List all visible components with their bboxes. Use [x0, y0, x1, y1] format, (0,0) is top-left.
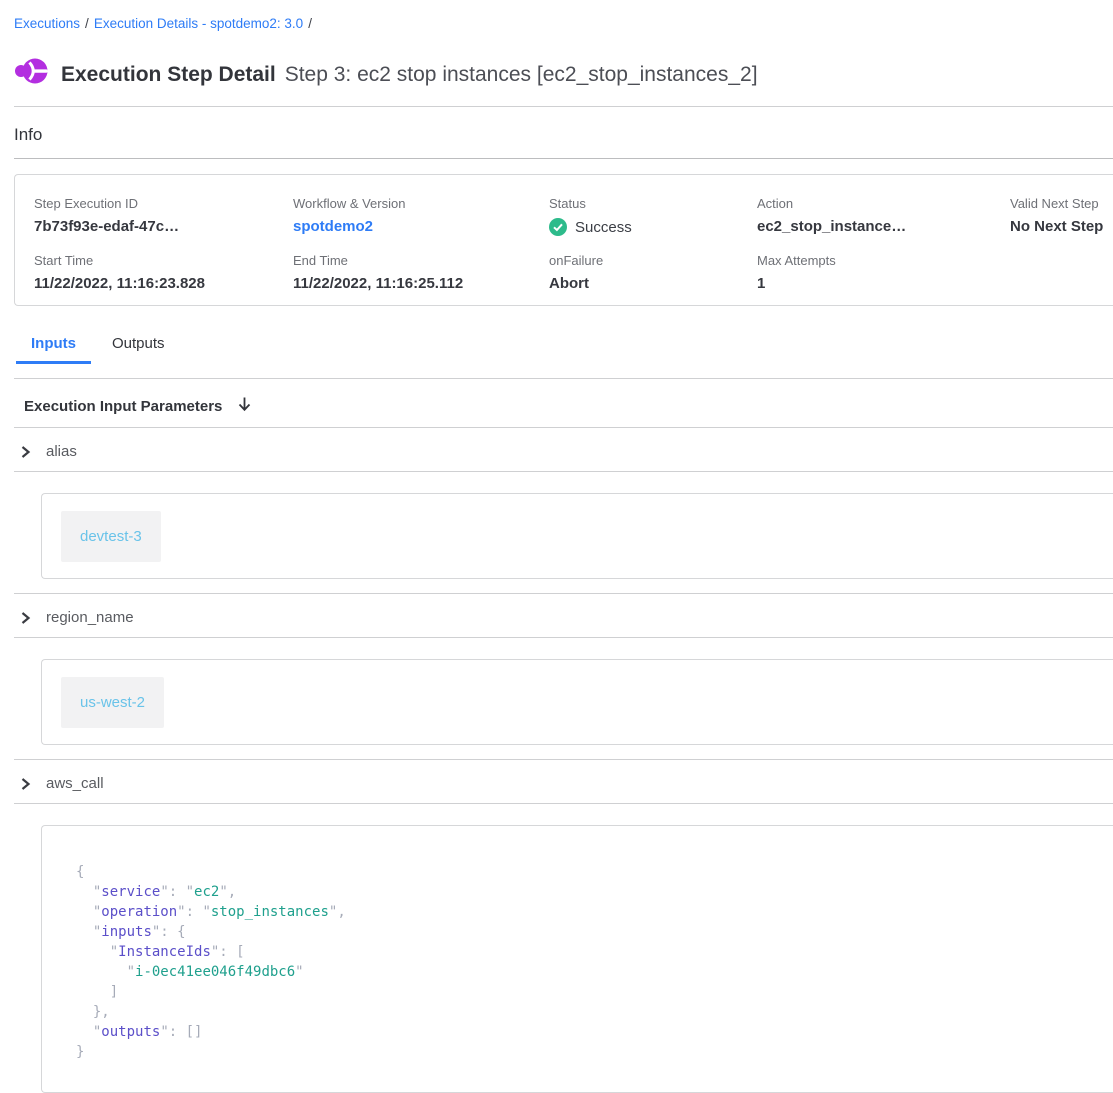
info-divider — [14, 158, 1113, 159]
info-field-status: Status Success — [549, 196, 757, 236]
info-grid: Step Execution ID 7b73f93e-edaf-47c…Workf… — [34, 196, 1113, 292]
field-value: 11/22/2022, 11:16:23.828 — [34, 275, 293, 292]
page-header: Execution Step Detail Step 3: ec2 stop in… — [14, 52, 1113, 89]
breadcrumb-separator: / — [85, 16, 89, 31]
field-label: Max Attempts — [757, 253, 1010, 268]
field-label: Start Time — [34, 253, 293, 268]
info-field-start-time: Start Time 11/22/2022, 11:16:23.828 — [34, 253, 293, 292]
section-title: Execution Input Parameters — [24, 398, 222, 415]
chevron-right-icon — [20, 445, 31, 459]
arrow-down-icon[interactable] — [237, 396, 252, 417]
page-title: Execution Step Detail — [61, 63, 276, 86]
breadcrumb-link-execution-details-spotdemo2-3-0[interactable]: Execution Details - spotdemo2: 3.0 — [94, 16, 303, 31]
info-heading: Info — [14, 125, 1113, 145]
field-label: Status — [549, 196, 757, 211]
tabs: InputsOutputs — [16, 328, 1113, 364]
field-label: onFailure — [549, 253, 757, 268]
workflow-logo-icon — [14, 54, 48, 88]
info-field-max-attempts: Max Attempts 1 — [757, 253, 1010, 292]
section-header: Execution Input Parameters — [24, 396, 1113, 417]
status-text: Success — [575, 219, 632, 236]
info-card: Step Execution ID 7b73f93e-edaf-47c…Workf… — [14, 174, 1113, 306]
param-name: aws_call — [46, 775, 104, 792]
param-toggle-alias[interactable]: alias — [14, 428, 1113, 472]
chevron-right-icon — [20, 777, 31, 791]
tabs-divider — [14, 378, 1113, 379]
header-divider — [14, 106, 1113, 107]
field-label: Valid Next Step — [1010, 196, 1113, 211]
param-section-alias: alias devtest-3 — [14, 428, 1113, 579]
field-value: No Next Step — [1010, 218, 1113, 235]
breadcrumb: Executions / Execution Details - spotdemo2… — [14, 16, 1113, 32]
field-value: 11/22/2022, 11:16:25.112 — [293, 275, 549, 292]
value-chip: us-west-2 — [61, 677, 164, 728]
chevron-right-icon — [20, 611, 31, 625]
param-name: region_name — [46, 609, 134, 626]
field-value: 7b73f93e-edaf-47c… — [34, 218, 293, 235]
field-value: Abort — [549, 275, 757, 292]
field-label: Step Execution ID — [34, 196, 293, 211]
info-field-action: Action ec2_stop_instance… — [757, 196, 1010, 236]
info-field-end-time: End Time 11/22/2022, 11:16:25.112 — [293, 253, 549, 292]
param-value-box: us-west-2 — [41, 659, 1113, 745]
param-section-region-name: region_name us-west-2 — [14, 593, 1113, 745]
json-code-block: { "service": "ec2", "operation": "stop_i… — [76, 862, 1113, 1062]
info-field-valid-next-step: Valid Next Step No Next Step — [1010, 196, 1113, 236]
success-check-icon — [549, 218, 567, 236]
value-chip: devtest-3 — [61, 511, 161, 562]
field-value[interactable]: spotdemo2 — [293, 218, 549, 235]
field-value: 1 — [757, 275, 1010, 292]
param-value-box: devtest-3 — [41, 493, 1113, 579]
info-field-onfailure: onFailure Abort — [549, 253, 757, 292]
parameters-list: alias devtest-3 region_name us-west-2 aws_ca… — [0, 428, 1113, 1093]
field-label: Action — [757, 196, 1010, 211]
field-value: Success — [549, 218, 757, 236]
param-value-box: { "service": "ec2", "operation": "stop_i… — [41, 825, 1113, 1093]
info-field-step-execution-id: Step Execution ID 7b73f93e-edaf-47c… — [34, 196, 293, 236]
param-name: alias — [46, 443, 77, 460]
page-subtitle: Step 3: ec2 stop instances [ec2_stop_ins… — [285, 63, 758, 86]
field-value: ec2_stop_instance… — [757, 218, 1010, 235]
info-field-workflow-version: Workflow & Version spotdemo2 — [293, 196, 549, 236]
field-label: Workflow & Version — [293, 196, 549, 211]
breadcrumb-link-executions[interactable]: Executions — [14, 16, 80, 31]
field-label: End Time — [293, 253, 549, 268]
param-toggle-aws-call[interactable]: aws_call — [14, 760, 1113, 804]
tab-inputs[interactable]: Inputs — [16, 328, 91, 364]
tab-outputs[interactable]: Outputs — [97, 328, 180, 364]
param-section-aws-call: aws_call { "service": "ec2", "operation":… — [14, 759, 1113, 1093]
breadcrumb-separator: / — [308, 16, 312, 31]
param-toggle-region-name[interactable]: region_name — [14, 594, 1113, 638]
